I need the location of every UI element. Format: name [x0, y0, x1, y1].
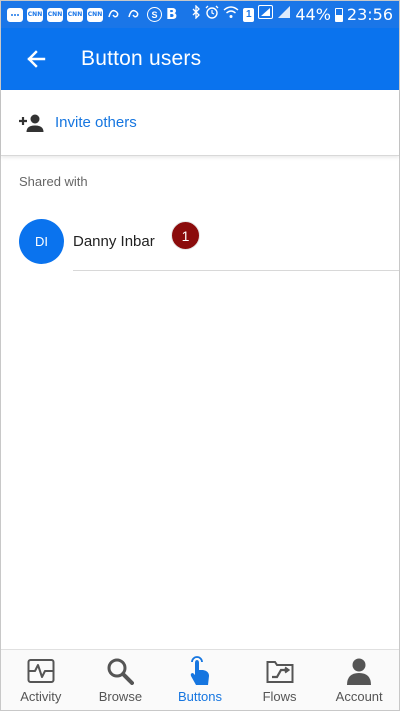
activity-icon — [27, 659, 55, 683]
notification-icons: CNN CNN CNN CNN S B — [7, 7, 177, 22]
flows-icon — [266, 661, 294, 683]
divider — [73, 270, 399, 271]
wifi-icon — [223, 5, 239, 24]
account-icon — [347, 658, 372, 685]
battery-icon — [334, 7, 343, 22]
touch-icon — [190, 656, 209, 685]
cnn-icon: CNN — [87, 7, 103, 22]
swirl-icon — [127, 7, 143, 22]
nav-item-account[interactable]: Account — [319, 650, 399, 710]
bluetooth-icon — [192, 4, 201, 24]
signal-icon — [277, 5, 291, 24]
nav-item-buttons[interactable]: Buttons — [160, 650, 240, 710]
clock: 23:56 — [346, 5, 393, 24]
app-bar: Button users — [1, 28, 399, 90]
avatar: DI — [19, 218, 64, 264]
step-badge: 1 — [171, 221, 200, 250]
invite-others-button[interactable]: Invite others — [1, 90, 399, 156]
page-title: Button users — [81, 47, 202, 70]
invite-others-label: Invite others — [55, 114, 137, 131]
add-person-icon — [19, 114, 44, 132]
user-name: Danny Inbar — [73, 232, 155, 250]
battery-percent: 44% — [295, 5, 331, 24]
search-icon — [107, 658, 135, 685]
nav-label: Account — [335, 689, 383, 704]
nav-label: Browse — [98, 689, 143, 704]
nav-item-activity[interactable]: Activity — [1, 650, 81, 710]
nav-item-browse[interactable]: Browse — [81, 650, 161, 710]
status-bar: CNN CNN CNN CNN S B 1 44% 23:56 — [1, 1, 399, 28]
signal-icon — [258, 5, 274, 24]
back-button[interactable] — [1, 28, 71, 90]
list-item[interactable]: DI Danny Inbar 1 — [1, 211, 399, 271]
cnn-icon: CNN — [47, 7, 63, 22]
sim-icon: 1 — [243, 7, 255, 22]
nav-item-flows[interactable]: Flows — [240, 650, 320, 710]
swirl-icon — [107, 7, 123, 22]
nav-label: Activity — [20, 689, 62, 704]
nav-label: Buttons — [177, 689, 223, 704]
cnn-icon: CNN — [27, 7, 43, 22]
bottom-nav: Activity Browse Buttons Flows Account — [1, 649, 399, 710]
shared-with-heading: Shared with — [19, 174, 88, 189]
b-icon: B — [166, 5, 178, 23]
skype-icon: S — [147, 7, 162, 22]
back-arrow-icon — [27, 50, 46, 68]
system-icons: 1 44% 23:56 — [192, 4, 393, 24]
chat-icon — [7, 7, 23, 22]
alarm-icon — [205, 5, 219, 24]
nav-label: Flows — [262, 689, 297, 704]
cnn-icon: CNN — [67, 7, 83, 22]
